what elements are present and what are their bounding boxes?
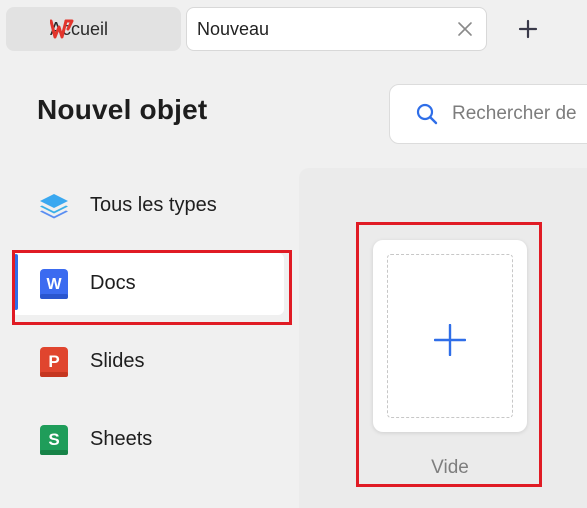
- layers-icon: [40, 194, 68, 219]
- tab-new-label: Nouveau: [197, 18, 270, 39]
- sheets-s-icon: S: [40, 425, 68, 455]
- search-box[interactable]: [389, 84, 587, 144]
- sidebar-item-all-types[interactable]: Tous les types: [12, 175, 284, 237]
- sidebar-item-label: Tous les types: [90, 194, 217, 216]
- highlight-box-docs: [12, 250, 292, 325]
- tab-new[interactable]: Nouveau: [186, 7, 487, 51]
- sidebar-item-slides[interactable]: P Slides: [12, 331, 284, 393]
- sidebar-item-label: Sheets: [90, 428, 153, 450]
- slides-p-icon: P: [40, 347, 68, 377]
- wps-logo-icon: [50, 19, 74, 39]
- new-tab-plus-icon[interactable]: [517, 18, 539, 40]
- tab-home[interactable]: Accueil: [6, 7, 181, 51]
- sidebar-item-label: Slides: [90, 350, 145, 372]
- search-icon: [416, 103, 438, 125]
- svg-text:P: P: [48, 352, 59, 371]
- svg-text:S: S: [48, 430, 59, 449]
- close-icon[interactable]: [456, 20, 474, 38]
- search-input[interactable]: [452, 103, 587, 125]
- page-title: Nouvel objet: [37, 94, 208, 125]
- sidebar-item-sheets[interactable]: S Sheets: [12, 409, 284, 471]
- highlight-box-blank: [356, 222, 542, 487]
